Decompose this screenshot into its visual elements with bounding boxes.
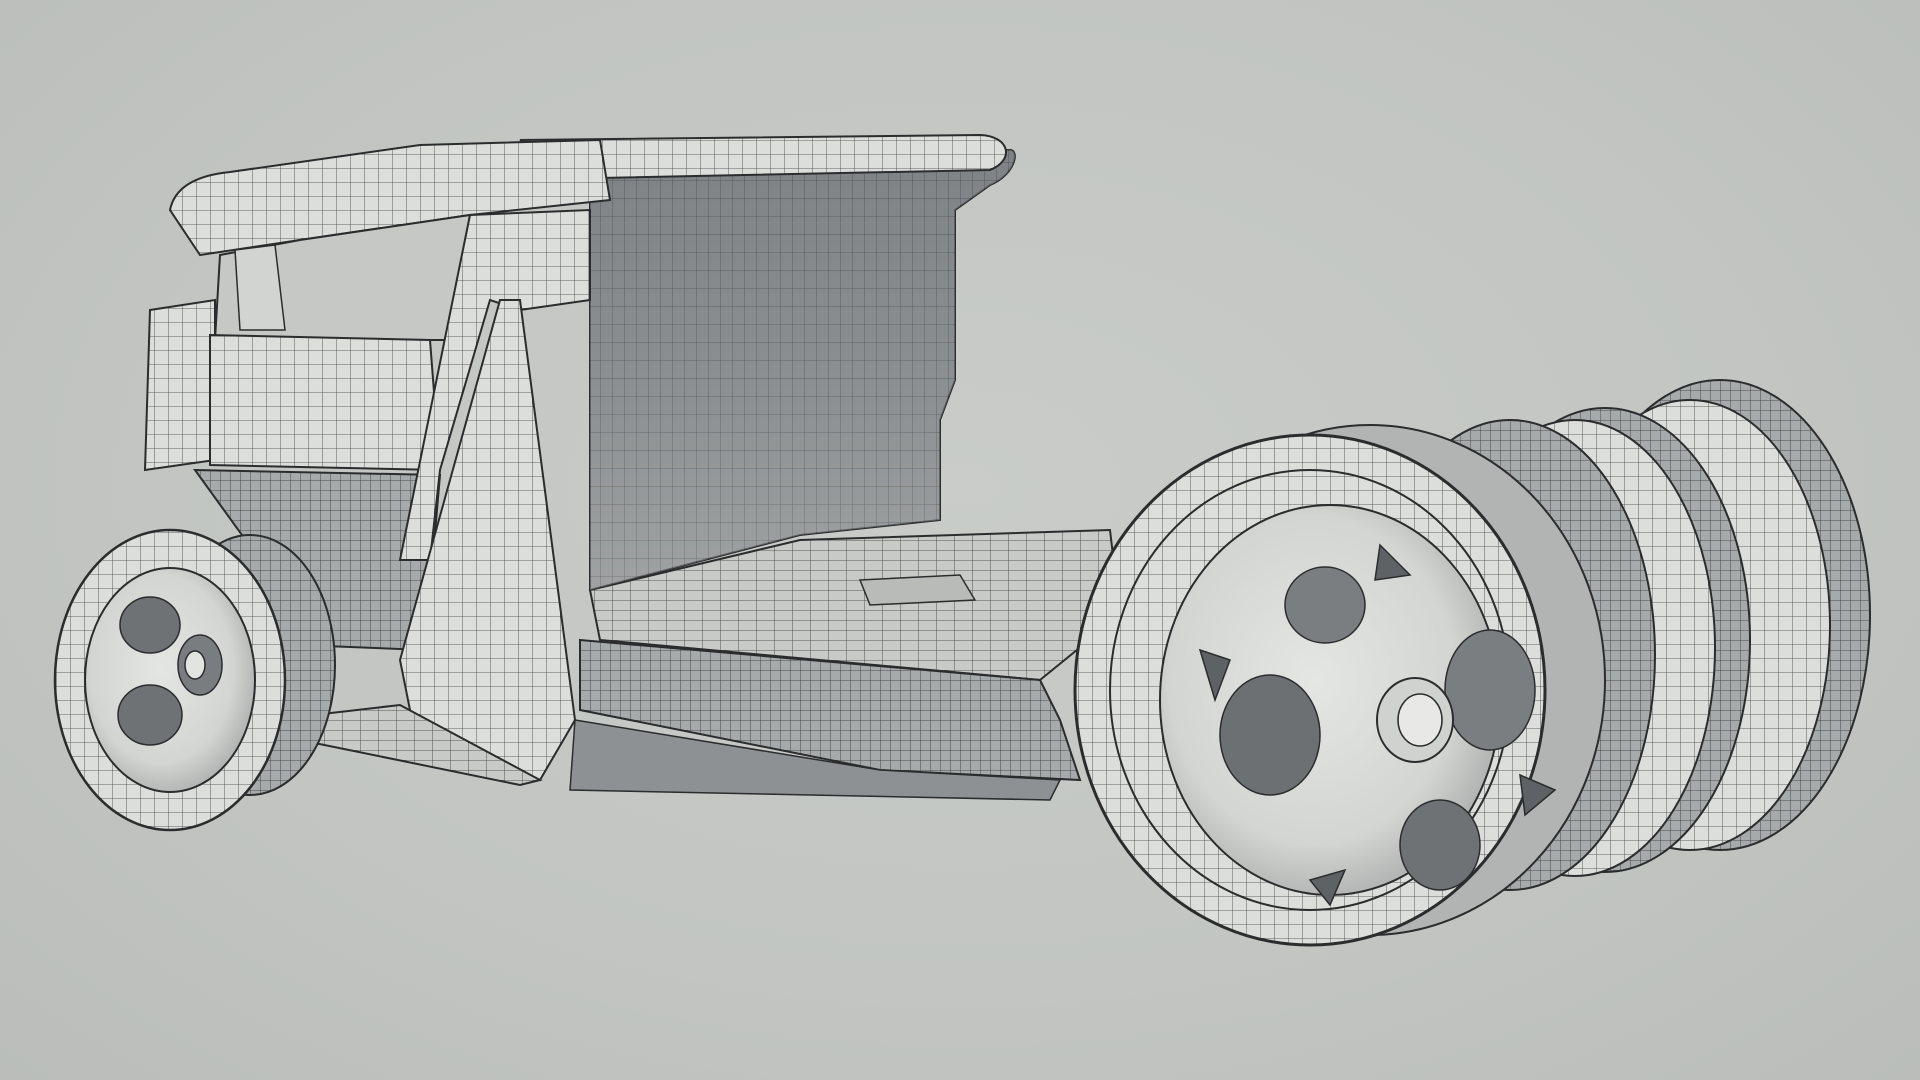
rear-left-wheel: [1073, 424, 1606, 947]
front-left-wheel: [53, 528, 336, 832]
wireframe-vehicle-render: [53, 133, 1871, 947]
3d-viewport[interactable]: [0, 0, 1920, 1080]
seat-backrest: [519, 133, 1016, 592]
